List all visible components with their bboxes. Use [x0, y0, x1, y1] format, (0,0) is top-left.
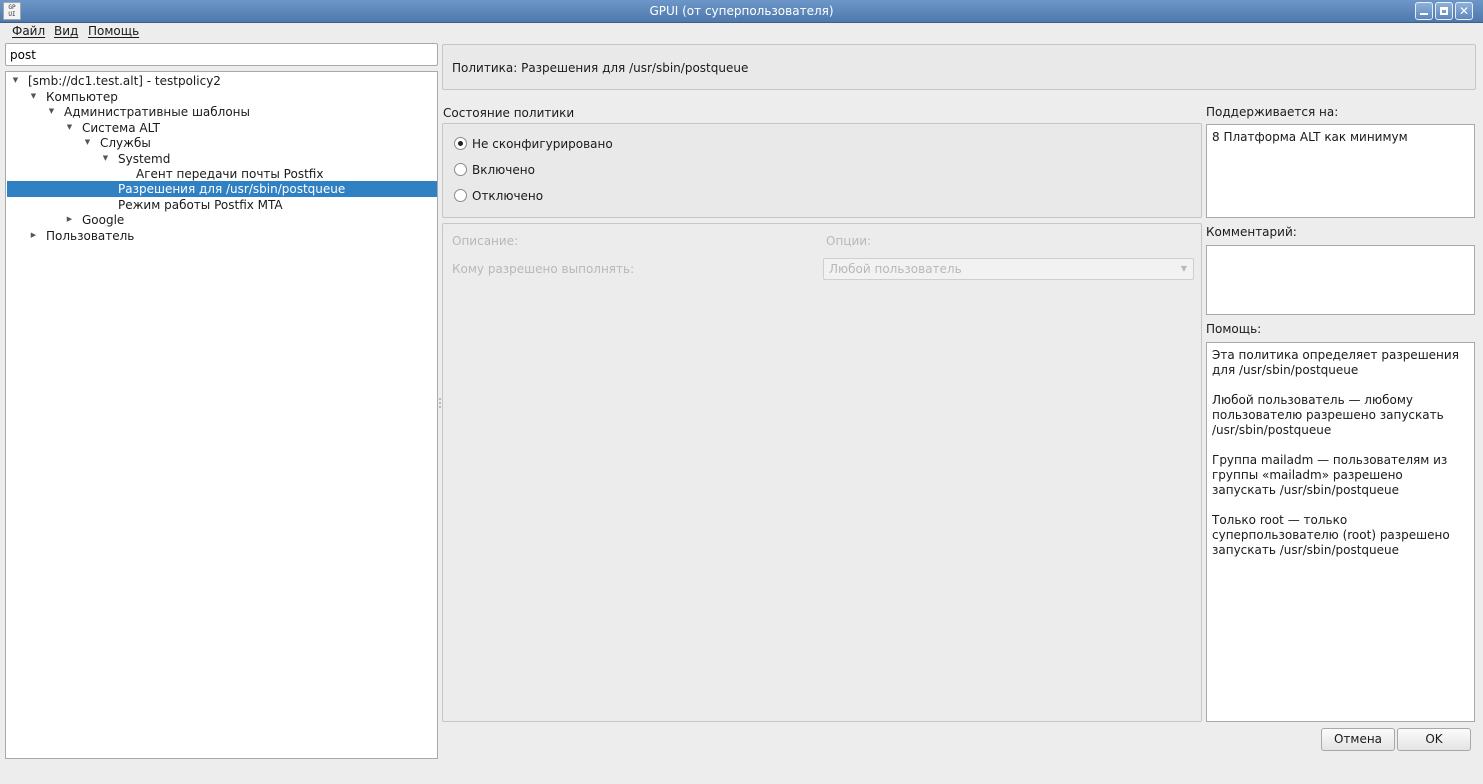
ok-button[interactable]: OK	[1397, 728, 1471, 751]
help-text: Эта политика определяет разрешения для /…	[1212, 348, 1469, 573]
close-icon: ✕	[1458, 4, 1470, 18]
chevron-down-icon[interactable]: ▼	[11, 76, 20, 85]
menu-help[interactable]: Помощь	[88, 24, 139, 38]
tree-item-system-alt[interactable]: ▼ Система ALT	[7, 120, 437, 136]
minimize-button[interactable]	[1415, 2, 1433, 20]
help-box: Эта политика определяет разрешения для /…	[1206, 342, 1475, 722]
splitter-handle[interactable]	[439, 398, 441, 400]
help-paragraph: Группа mailadm — пользователям из группы…	[1212, 453, 1448, 497]
search-input[interactable]	[5, 43, 438, 66]
title-bar[interactable]: GP UI GPUI (от суперпользователя) ✕	[0, 0, 1483, 23]
description-label: Описание:	[452, 234, 519, 248]
minimize-icon	[1416, 3, 1432, 19]
menu-view[interactable]: Вид	[54, 24, 78, 38]
tree-item-systemd[interactable]: ▼ Systemd	[7, 151, 437, 167]
chevron-down-icon[interactable]: ▼	[101, 154, 110, 163]
policy-title: Политика: Разрешения для /usr/sbin/postq…	[452, 61, 749, 75]
maximize-icon	[1436, 3, 1452, 19]
radio-button[interactable]	[454, 189, 467, 202]
who-can-run-value: Любой пользователь	[829, 262, 962, 276]
tree-item-services[interactable]: ▼ Службы	[7, 135, 437, 151]
options-panel: Описание: Опции: Кому разрешено выполнят…	[442, 223, 1202, 722]
radio-button[interactable]	[454, 163, 467, 176]
splitter-handle[interactable]	[439, 402, 441, 404]
chevron-down-icon[interactable]: ▼	[29, 92, 38, 101]
radio-button[interactable]	[454, 137, 467, 150]
options-label: Опции:	[826, 234, 872, 248]
supported-on-label: Поддерживается на:	[1206, 105, 1339, 119]
chevron-down-icon[interactable]: ▼	[83, 138, 92, 147]
policy-state-label: Состояние политики	[443, 106, 575, 120]
policy-state-group: Не сконфигурировано Включено Отключено	[442, 123, 1202, 218]
who-can-run-label: Кому разрешено выполнять:	[452, 262, 635, 276]
menu-bar: Файл Вид Помощь	[0, 23, 1483, 41]
window-title: GPUI (от суперпользователя)	[649, 4, 834, 18]
chevron-right-icon[interactable]: ▶	[65, 215, 74, 224]
tree-item-admin-templates[interactable]: ▼ Административные шаблоны	[7, 104, 437, 120]
tree-item-computer[interactable]: ▼ Компьютер	[7, 89, 437, 105]
help-label: Помощь:	[1206, 322, 1262, 336]
chevron-right-icon[interactable]: ▶	[29, 231, 38, 240]
close-button[interactable]: ✕	[1455, 2, 1473, 20]
policy-header: Политика: Разрешения для /usr/sbin/postq…	[442, 44, 1476, 90]
tree-item-postqueue-permissions[interactable]: Разрешения для /usr/sbin/postqueue	[7, 181, 437, 197]
supported-on-box: 8 Платформа ALT как минимум	[1206, 124, 1475, 218]
tree-item-postfix-agent[interactable]: Агент передачи почты Postfix	[7, 166, 437, 182]
comment-field[interactable]	[1206, 245, 1475, 315]
tree-item-google[interactable]: ▶ Google	[7, 212, 437, 228]
menu-file[interactable]: Файл	[12, 24, 45, 38]
tree-item-root[interactable]: ▼ [smb://dc1.test.alt] - testpolicy2	[7, 73, 437, 89]
supported-on-text: 8 Платформа ALT как минимум	[1212, 130, 1408, 144]
help-paragraph: Только root — только суперпользователю (…	[1212, 513, 1450, 557]
chevron-down-icon: ▼	[1180, 264, 1187, 273]
help-paragraph: Эта политика определяет разрешения для /…	[1212, 348, 1459, 377]
tree-item-postfix-mta-mode[interactable]: Режим работы Postfix MTA	[7, 197, 437, 213]
maximize-button[interactable]	[1435, 2, 1453, 20]
chevron-down-icon[interactable]: ▼	[65, 123, 74, 132]
comment-label: Комментарий:	[1206, 225, 1297, 239]
policy-tree[interactable]: ▼ [smb://dc1.test.alt] - testpolicy2 ▼ К…	[5, 71, 438, 759]
help-paragraph: Любой пользователь — любому пользователю…	[1212, 393, 1444, 437]
who-can-run-select[interactable]: Любой пользователь ▼	[823, 258, 1194, 280]
splitter-handle[interactable]	[439, 406, 441, 408]
cancel-button[interactable]: Отмена	[1321, 728, 1395, 751]
chevron-down-icon[interactable]: ▼	[47, 107, 56, 116]
tree-item-user[interactable]: ▶ Пользователь	[7, 228, 437, 244]
